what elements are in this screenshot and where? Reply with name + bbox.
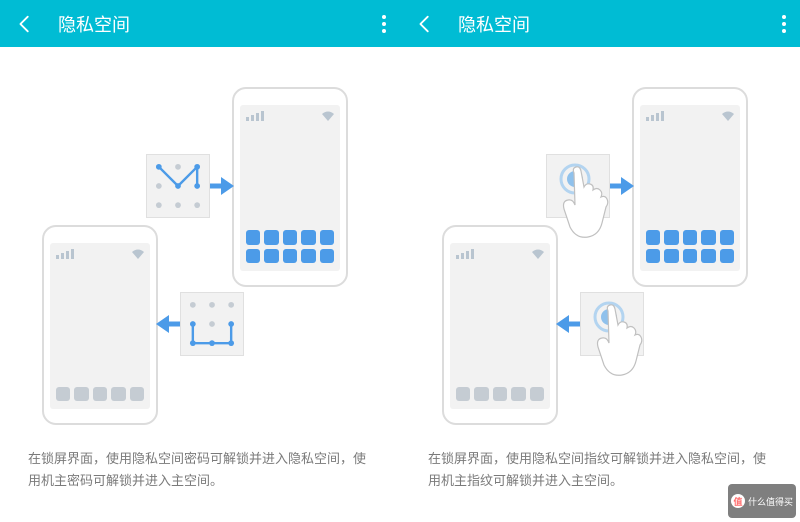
- watermark-icon: 值: [731, 494, 745, 508]
- watermark: 值 什么值得买: [728, 484, 796, 518]
- watermark-label: 什么值得买: [748, 495, 793, 508]
- panel-right: 隐私空间: [400, 0, 800, 522]
- arrow-left-icon: [556, 313, 580, 335]
- header: 隐私空间: [400, 0, 800, 47]
- description-text: 在锁屏界面，使用隐私空间密码可解锁并进入隐私空间，使用机主密码可解锁并进入主空间…: [28, 448, 372, 492]
- arrow-right-icon: [210, 175, 234, 197]
- description-text: 在锁屏界面，使用隐私空间指纹可解锁并进入隐私空间，使用机主指纹可解锁并进入主空间…: [428, 448, 772, 492]
- arrow-right-icon: [610, 175, 634, 197]
- panel-left: 隐私空间: [0, 0, 400, 522]
- overflow-menu-icon[interactable]: [782, 15, 786, 33]
- back-icon[interactable]: [414, 13, 436, 35]
- phone-main: [442, 225, 558, 425]
- arrow-left-icon: [156, 313, 180, 335]
- phone-private: [232, 87, 348, 287]
- hand-icon: [592, 303, 648, 379]
- hand-icon: [558, 165, 614, 241]
- phone-main: [42, 225, 158, 425]
- page-title: 隐私空间: [58, 11, 130, 37]
- pattern-unlock-private: [146, 154, 210, 218]
- overflow-menu-icon[interactable]: [382, 15, 386, 33]
- back-icon[interactable]: [14, 13, 36, 35]
- phone-private: [632, 87, 748, 287]
- page-title: 隐私空间: [458, 11, 530, 37]
- pattern-unlock-main: [180, 292, 244, 356]
- header: 隐私空间: [0, 0, 400, 47]
